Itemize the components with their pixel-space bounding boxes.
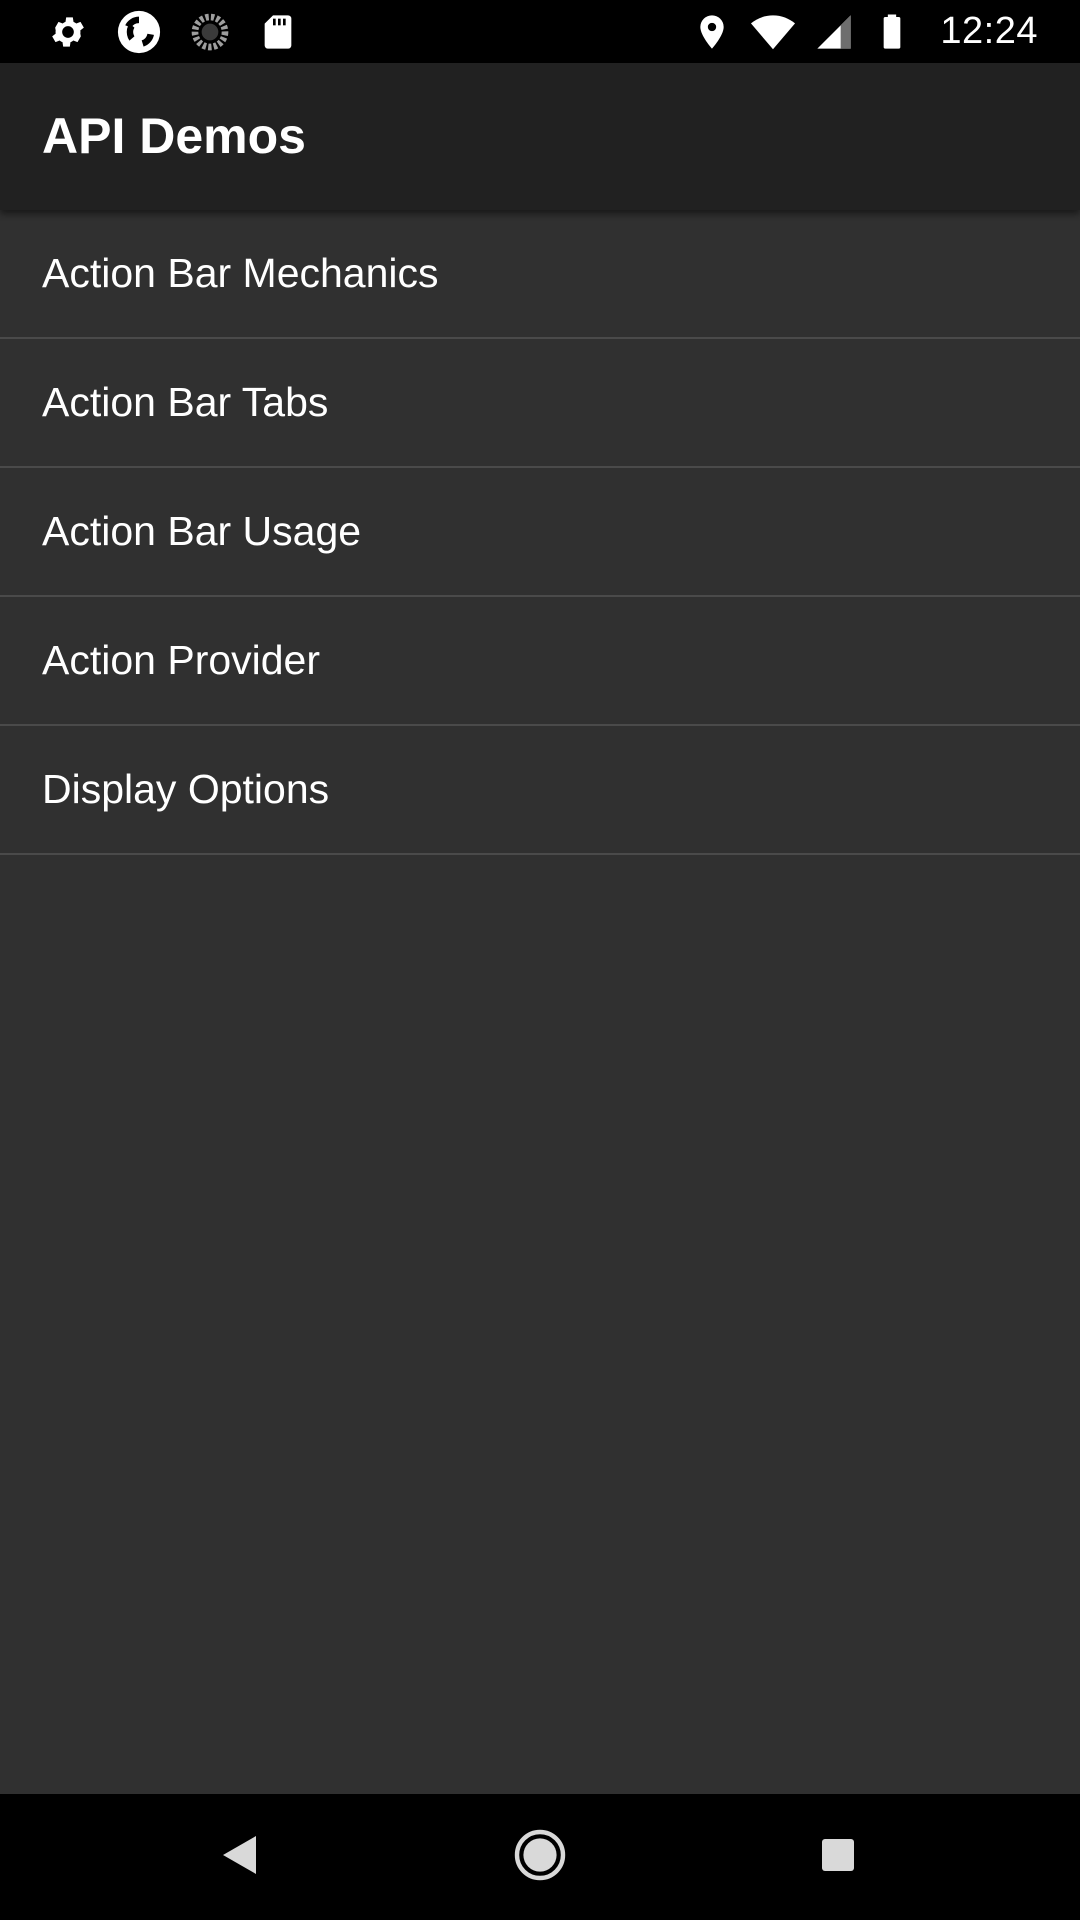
wifi-icon [750,9,796,55]
screen: 12:24 API Demos Action Bar Mechanics Act… [0,0,1080,1920]
settings-icon [48,12,88,52]
location-icon [692,12,732,52]
list-item-label: Action Bar Usage [42,508,362,554]
page-title: API Demos [42,108,306,164]
sd-card-icon [258,12,298,52]
recents-icon [820,1837,856,1878]
home-button[interactable] [460,1794,620,1920]
cell-signal-icon [814,12,854,52]
status-bar: 12:24 [0,0,1080,63]
list-item-display-options[interactable]: Display Options [0,726,1080,855]
battery-icon [872,12,912,52]
back-button[interactable] [160,1794,320,1920]
demo-list: Action Bar Mechanics Action Bar Tabs Act… [0,210,1080,855]
status-time: 12:24 [940,10,1038,52]
list-item-action-bar-usage[interactable]: Action Bar Usage [0,468,1080,597]
list-item-action-bar-mechanics[interactable]: Action Bar Mechanics [0,210,1080,339]
navigation-bar [0,1794,1080,1920]
list-item-label: Action Bar Mechanics [42,250,439,296]
list-item-label: Action Provider [42,637,321,683]
app-logo-icon [116,9,162,55]
app-bar: API Demos [0,63,1080,210]
list-item-action-provider[interactable]: Action Provider [0,597,1080,726]
home-icon [514,1829,566,1886]
list-item-action-bar-tabs[interactable]: Action Bar Tabs [0,339,1080,468]
status-right-icons: 12:24 [692,0,1038,63]
list-item-label: Display Options [42,766,330,812]
back-icon [220,1833,260,1882]
loading-icon [190,12,230,52]
list-item-label: Action Bar Tabs [42,379,329,425]
recents-button[interactable] [758,1794,918,1920]
status-left-icons [48,0,298,63]
